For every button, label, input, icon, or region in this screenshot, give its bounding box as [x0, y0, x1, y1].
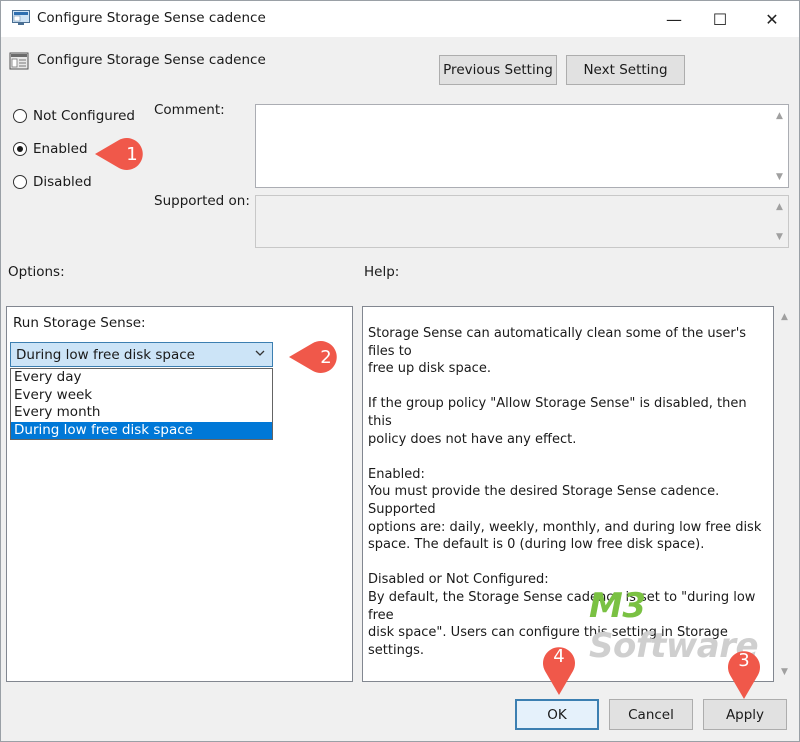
badge-number: 2	[320, 347, 331, 368]
ok-button[interactable]: OK	[515, 699, 599, 730]
radio-label: Disabled	[33, 174, 92, 190]
previous-setting-button[interactable]: Previous Setting	[439, 55, 557, 85]
close-button[interactable]: ✕	[749, 1, 795, 37]
options-label: Options:	[8, 264, 65, 280]
badge-number: 3	[738, 650, 749, 671]
help-paragraph: If the group policy "Allow Storage Sense…	[368, 396, 747, 447]
radio-circle[interactable]	[13, 175, 27, 189]
badge-number: 4	[553, 646, 564, 667]
comment-field[interactable]: ▲ ▼	[255, 104, 789, 188]
dropdown-option-every-month[interactable]: Every month	[11, 404, 272, 422]
window-title: Configure Storage Sense cadence	[37, 10, 266, 26]
chevron-down-icon	[255, 350, 265, 356]
scroll-up-icon[interactable]: ▲	[771, 107, 788, 124]
radio-not-configured[interactable]: Not Configured	[13, 108, 135, 124]
annotation-badge-1: 1	[95, 138, 143, 170]
radio-label: Not Configured	[33, 108, 135, 124]
radio-label: Enabled	[33, 141, 88, 157]
policy-dialog-window: Configure Storage Sense cadence — ☐ ✕ Co…	[0, 0, 800, 742]
supported-on-label: Supported on:	[154, 193, 250, 209]
next-setting-button[interactable]: Next Setting	[566, 55, 685, 85]
dropdown-option-every-day[interactable]: Every day	[11, 369, 272, 387]
help-label: Help:	[364, 264, 400, 280]
radio-enabled[interactable]: Enabled	[13, 141, 88, 157]
radio-circle[interactable]	[13, 109, 27, 123]
annotation-badge-4: 4	[543, 646, 575, 695]
setting-title: Configure Storage Sense cadence	[37, 52, 266, 68]
comment-label: Comment:	[154, 102, 225, 118]
annotation-badge-2: 2	[289, 341, 337, 373]
badge-number: 1	[126, 144, 137, 165]
maximize-button[interactable]: ☐	[697, 1, 743, 37]
run-storage-sense-label: Run Storage Sense:	[13, 315, 146, 331]
apply-button[interactable]: Apply	[703, 699, 787, 730]
dropdown-option-low-disk-space[interactable]: During low free disk space	[11, 421, 272, 439]
comment-scrollbar[interactable]: ▲ ▼	[771, 105, 788, 187]
supported-on-field: ▲ ▼	[255, 195, 789, 248]
cadence-dropdown-value: During low free disk space	[16, 346, 195, 363]
title-bar: Configure Storage Sense cadence — ☐ ✕	[1, 1, 799, 37]
policy-window-icon	[12, 10, 30, 25]
scroll-down-icon[interactable]: ▼	[771, 168, 788, 185]
scroll-down-icon[interactable]: ▼	[771, 228, 788, 245]
policy-setting-icon	[9, 52, 29, 70]
cadence-dropdown[interactable]: During low free disk space	[10, 342, 273, 367]
watermark-m3: M3	[589, 586, 646, 626]
m3-software-watermark: M3 Software	[589, 586, 799, 666]
radio-disabled[interactable]: Disabled	[13, 174, 92, 190]
dropdown-option-every-week[interactable]: Every week	[11, 387, 272, 405]
help-paragraph: Storage Sense can automatically clean so…	[368, 326, 747, 377]
cancel-button[interactable]: Cancel	[609, 699, 693, 730]
scroll-up-icon[interactable]: ▲	[776, 308, 793, 325]
minimize-button[interactable]: —	[651, 1, 697, 37]
help-paragraph: Enabled: You must provide the desired St…	[368, 466, 762, 553]
annotation-badge-3: 3	[728, 650, 760, 699]
cadence-dropdown-list: Every day Every week Every month During …	[10, 368, 273, 440]
supported-scrollbar[interactable]: ▲ ▼	[771, 196, 788, 247]
scroll-up-icon[interactable]: ▲	[771, 198, 788, 215]
radio-circle[interactable]	[13, 142, 27, 156]
